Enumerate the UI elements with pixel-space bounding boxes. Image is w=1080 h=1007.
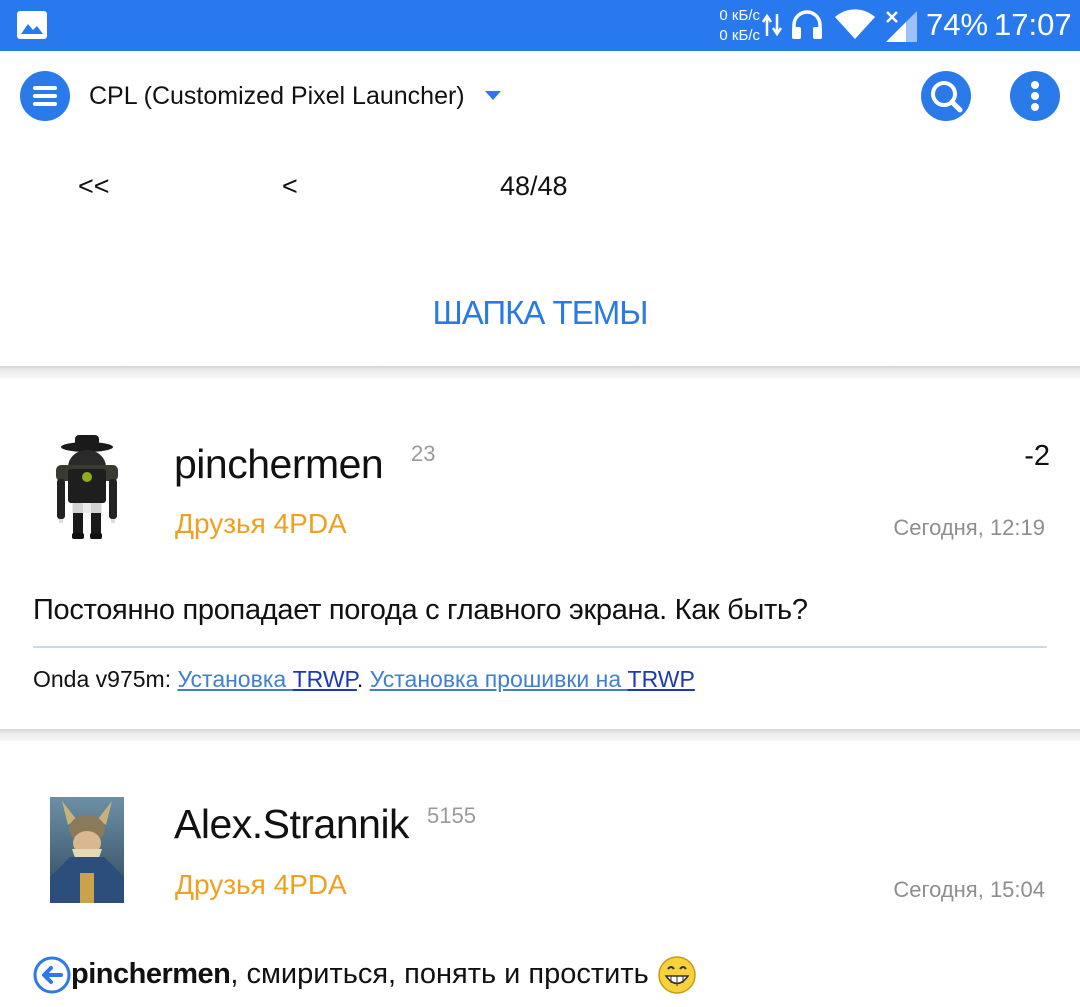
- signature-separator: .: [356, 666, 370, 692]
- post-date: Сегодня, 15:04: [893, 877, 1045, 902]
- avatar[interactable]: [52, 433, 122, 543]
- page-counter[interactable]: 48/48: [500, 170, 568, 202]
- username[interactable]: Alex.Strannik: [174, 800, 410, 848]
- hamburger-icon: [33, 86, 57, 106]
- signature-divider: [33, 646, 1047, 648]
- avatar[interactable]: [50, 797, 124, 903]
- app-toolbar: CPL (Customized Pixel Launcher): [0, 51, 1080, 141]
- signature-link-firmware-install[interactable]: Установка прошивки на: [370, 666, 628, 692]
- net-up-speed: 0 кБ/с: [719, 7, 760, 24]
- signature-link-firmware-install-end[interactable]: TRWP: [628, 666, 695, 692]
- more-vert-icon: [1031, 81, 1039, 111]
- headphones-icon: [792, 10, 822, 39]
- topic-header-link[interactable]: ШАПКА ТЕМЫ: [0, 292, 1080, 334]
- status-bar: 0 кБ/с 0 кБ/с 74% 17:07: [0, 0, 1080, 51]
- user-group: Друзья 4PDA: [175, 869, 347, 900]
- search-icon: [931, 81, 963, 113]
- net-down-speed: 0 кБ/с: [719, 27, 760, 44]
- prev-page-button[interactable]: <: [282, 170, 298, 202]
- first-page-button[interactable]: <<: [78, 170, 110, 202]
- signature-link-twrp-install[interactable]: Установка: [177, 666, 292, 692]
- quoted-username[interactable]: pinchermen: [71, 958, 231, 990]
- gallery-icon: [17, 11, 47, 39]
- username[interactable]: pinchermen: [174, 440, 384, 488]
- signal-icon: [886, 11, 917, 42]
- more-options-button[interactable]: [1010, 71, 1060, 121]
- reply-arrow-icon[interactable]: [33, 956, 71, 994]
- post-separator: [0, 366, 1080, 378]
- clock: 17:07: [994, 7, 1072, 42]
- post-date: Сегодня, 12:19: [893, 515, 1045, 540]
- post-rating[interactable]: -2: [1024, 440, 1050, 473]
- reputation[interactable]: 5155: [427, 803, 476, 829]
- post-text: Постоянно пропадает погода с главного эк…: [33, 594, 808, 626]
- post-separator: [0, 729, 1080, 741]
- post-text: pinchermen, смириться, понять и простить: [33, 952, 697, 996]
- data-arrows-icon: [761, 13, 783, 37]
- post-text-body: , смириться, понять и простить: [230, 958, 657, 990]
- battery-percent: 74%: [926, 7, 989, 42]
- grin-emoji-icon: [658, 956, 696, 995]
- user-group: Друзья 4PDA: [175, 508, 347, 539]
- search-button[interactable]: [921, 71, 971, 121]
- post: pinchermen 23 Друзья 4PDA -2 Сегодня, 12…: [0, 378, 1080, 728]
- menu-button[interactable]: [20, 71, 70, 121]
- topic-title[interactable]: CPL (Customized Pixel Launcher): [89, 80, 465, 112]
- signature-prefix: Onda v975m:: [33, 666, 178, 692]
- wifi-icon: [835, 9, 875, 39]
- chevron-down-icon[interactable]: [484, 90, 502, 101]
- signature-link-twrp-install-end[interactable]: TRWP: [293, 666, 357, 692]
- signature: Onda v975m: Установка TRWP. Установка пр…: [33, 664, 695, 694]
- reputation[interactable]: 23: [411, 441, 435, 467]
- network-speed: 0 кБ/с 0 кБ/с: [700, 6, 760, 46]
